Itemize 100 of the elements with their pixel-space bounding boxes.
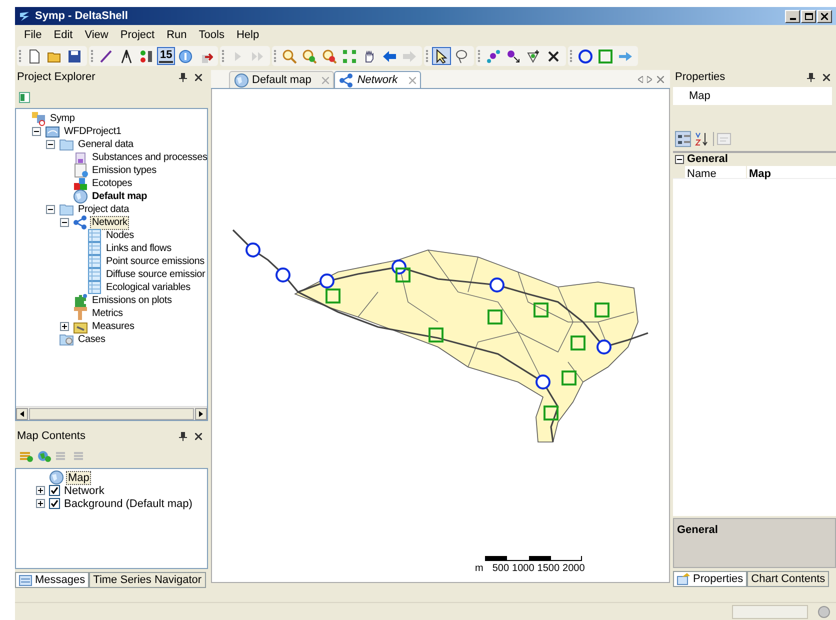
checkbox[interactable] (49, 498, 60, 509)
tree-item[interactable]: Symp (48, 112, 77, 126)
tree-item[interactable]: Ecotopes (90, 176, 134, 190)
node-marker[interactable] (320, 274, 334, 288)
scale-label: m (475, 562, 484, 576)
tree-item[interactable]: Ecological variables (104, 280, 192, 294)
node-marker[interactable] (490, 278, 504, 292)
square-marker[interactable] (326, 288, 340, 304)
toolbar-button[interactable] (432, 47, 452, 65)
tree-item[interactable]: Emission types (90, 164, 158, 178)
zoom-out-icon (322, 48, 338, 64)
ruler-icon (73, 306, 88, 321)
square-marker[interactable] (534, 302, 548, 318)
menu-item[interactable]: File (19, 27, 47, 43)
menu-item[interactable]: Help (231, 27, 264, 43)
table-icon (87, 228, 102, 243)
scroll-tabs-right-icon[interactable] (647, 76, 652, 83)
tab[interactable]: Time Series Navigator (89, 572, 206, 588)
tree-item[interactable]: Emissions on plots (90, 294, 174, 308)
scroll-tabs-left-icon[interactable] (638, 76, 643, 83)
square-marker[interactable] (488, 310, 502, 324)
collapse-toggle-icon[interactable] (46, 140, 55, 149)
tree-item[interactable]: Cases (76, 332, 108, 346)
minimize-button[interactable] (785, 10, 800, 22)
tree-item[interactable]: Background (Default map) (62, 496, 194, 510)
menu-item[interactable]: Edit (48, 27, 78, 43)
network-icon (73, 215, 88, 230)
table-icon (87, 280, 102, 295)
zoom-extent-icon (342, 48, 358, 64)
node-marker[interactable] (276, 268, 290, 282)
app-logo-icon (19, 10, 31, 22)
tree-item[interactable]: WFDProject1 (62, 124, 124, 138)
collapse-toggle-icon[interactable] (32, 127, 41, 136)
checkbox[interactable] (49, 485, 60, 496)
close-icon[interactable] (195, 74, 202, 81)
property-value[interactable]: Map (747, 166, 771, 178)
category-row[interactable]: General (673, 153, 836, 166)
horizontal-scrollbar[interactable] (16, 406, 207, 420)
table-icon (87, 241, 102, 256)
sort-alphabetical-icon[interactable] (694, 131, 710, 147)
square-marker[interactable] (428, 328, 444, 342)
close-button[interactable] (817, 10, 832, 22)
menu-item[interactable]: Tools (194, 27, 230, 43)
pin-icon[interactable] (179, 73, 187, 82)
tree-item[interactable]: Default map (90, 190, 150, 204)
tree-item[interactable]: Network (90, 216, 130, 230)
toolbar-button[interactable] (576, 47, 596, 65)
network-icon (339, 72, 354, 88)
table-icon (87, 254, 102, 269)
scroll-right-icon[interactable] (199, 410, 203, 416)
description-title: General (677, 524, 718, 536)
collapse-toggle-icon[interactable] (46, 205, 55, 214)
close-icon[interactable] (823, 74, 830, 81)
table-icon (87, 267, 102, 282)
node-marker[interactable] (596, 340, 612, 354)
ruler-line-icon (99, 48, 114, 64)
object-dropdown[interactable]: Map (673, 87, 832, 105)
tab[interactable]: Chart Contents (747, 571, 830, 587)
square-marker[interactable] (594, 302, 610, 318)
node-marker[interactable] (246, 242, 260, 258)
square-marker[interactable] (562, 370, 576, 386)
tree-item[interactable]: General data (76, 138, 136, 152)
menu-item[interactable]: View (80, 27, 114, 43)
collapse-toggle-icon[interactable] (60, 218, 69, 227)
tree-item[interactable]: Substances and processes (90, 150, 207, 164)
scroll-left-icon[interactable] (20, 410, 24, 416)
tree-item[interactable]: Links and flows (104, 242, 174, 256)
tree-item[interactable]: Diffuse source emissior (104, 268, 207, 282)
collapse-icon[interactable] (675, 155, 684, 164)
tree-item[interactable]: Map (66, 470, 92, 484)
document-tab[interactable]: Default map (229, 71, 334, 88)
tree-item[interactable]: Nodes (104, 228, 136, 242)
expand-toggle-icon[interactable] (36, 499, 45, 508)
categorized-icon[interactable] (675, 131, 691, 147)
tree-item[interactable]: Project data (76, 202, 131, 216)
tab[interactable]: Properties (673, 571, 748, 587)
menu-item[interactable]: Project (115, 27, 160, 43)
expand-toggle-icon[interactable] (60, 322, 69, 331)
expand-toggle-icon[interactable] (36, 486, 45, 495)
maximize-button[interactable] (801, 10, 816, 22)
pin-icon[interactable] (807, 73, 815, 82)
sync-icon[interactable] (19, 92, 30, 102)
pin-icon[interactable] (179, 432, 187, 441)
menu-item[interactable]: Run (162, 27, 192, 43)
add-globe-layer-icon[interactable] (37, 450, 51, 462)
calendar-button[interactable]: 15 (157, 47, 176, 65)
square-marker[interactable] (396, 268, 410, 282)
document-tab[interactable]: Network (334, 71, 421, 88)
new-document-icon (27, 48, 42, 64)
square-marker[interactable] (544, 406, 558, 420)
scale-label: 500 (492, 562, 510, 576)
tree-item[interactable]: Measures (90, 320, 136, 334)
close-icon[interactable] (195, 433, 202, 440)
square-marker[interactable] (570, 336, 586, 350)
node-marker[interactable] (536, 374, 550, 390)
tab[interactable]: Messages (15, 572, 90, 588)
tree-item[interactable]: Metrics (90, 306, 125, 320)
tree-item[interactable]: Point source emissions (104, 254, 206, 268)
blocks-icon (73, 176, 88, 191)
tree-item[interactable]: Network (62, 484, 106, 498)
